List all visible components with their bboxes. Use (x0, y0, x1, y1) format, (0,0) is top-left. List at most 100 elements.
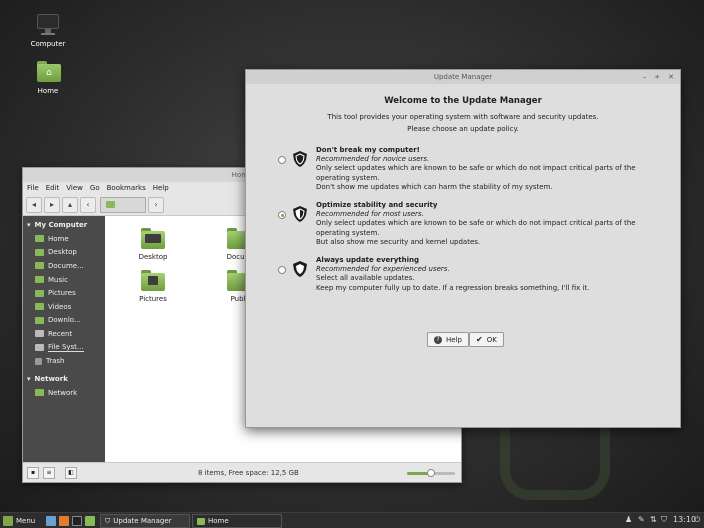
desktop-icon-computer[interactable]: Computer (18, 13, 78, 48)
file-item-pictures[interactable]: Pictures (123, 270, 183, 303)
clock[interactable]: 13:10 (673, 516, 696, 524)
monitor-icon (34, 13, 62, 37)
window-title: Update Manager (433, 73, 493, 81)
welcome-heading: Welcome to the Update Manager (384, 96, 542, 106)
files-icon[interactable] (85, 516, 95, 526)
sidebar-item-pictures[interactable]: Pictures (23, 286, 105, 300)
network-icon[interactable]: ⇅ (650, 516, 658, 524)
checkmark-icon: ✔ (476, 335, 483, 344)
status-text: 8 items, Free space: 12,5 GB (198, 468, 299, 477)
folder-icon (35, 316, 44, 324)
sidebar: ▾ My Computer Home Desktop Docume... Musi… (23, 216, 105, 464)
network-icon (35, 389, 44, 397)
option-subtitle: Recommended for novice users. (316, 155, 430, 164)
path-toggle-button[interactable]: ‹ (80, 196, 96, 213)
policy-option-dont-break[interactable]: Don't break my computer! Recommended for… (276, 146, 656, 191)
forward-button[interactable]: ▸ (44, 196, 60, 213)
folder-icon (35, 262, 44, 270)
file-item-desktop[interactable]: Desktop (123, 228, 183, 261)
trash-icon (35, 357, 42, 365)
menu-bookmarks[interactable]: Bookmarks (107, 182, 146, 194)
firefox-icon[interactable] (59, 516, 69, 526)
update-manager-window: Update Manager – + ✕ Welcome to the Upda… (245, 69, 681, 428)
pictures-folder-icon (140, 270, 166, 292)
breadcrumb-home[interactable] (100, 196, 146, 213)
sidebar-item-desktop[interactable]: Desktop (23, 246, 105, 260)
menu-go[interactable]: Go (90, 182, 100, 194)
option-subtitle: Recommended for most users. (316, 210, 424, 219)
radio-update-everything[interactable] (278, 266, 286, 274)
arrow-left-icon: ◂ (31, 199, 36, 209)
folder-icon (35, 276, 44, 284)
folder-icon (35, 289, 44, 297)
ok-button[interactable]: ✔ OK (469, 332, 504, 347)
show-places-button[interactable]: ▪ (27, 466, 39, 479)
maximize-icon[interactable]: + (654, 70, 660, 84)
policy-option-optimize[interactable]: Optimize stability and security Recommen… (276, 201, 656, 246)
home-folder-icon (106, 201, 115, 208)
hide-sidebar-button[interactable]: ◧ (65, 466, 77, 479)
home-folder-icon: ⌂ (34, 60, 62, 84)
arrow-up-icon: ▴ (67, 199, 72, 209)
user-icon[interactable]: ♟ (625, 516, 633, 524)
taskbar-window-home[interactable]: Home (192, 514, 282, 528)
folder-icon (35, 303, 44, 311)
shield-half-icon (293, 206, 307, 222)
back-button[interactable]: ◂ (26, 196, 42, 213)
radio-dont-break[interactable] (278, 156, 286, 164)
option-description: But also show me security and kernel upd… (316, 237, 481, 246)
tree-icon: ≡ (46, 468, 52, 476)
shield-tray-icon[interactable]: ⛉ (661, 516, 669, 524)
triangle-down-icon: ▾ (27, 221, 31, 229)
power-icon[interactable]: ⏻ (694, 516, 702, 524)
menu-help[interactable]: Help (153, 182, 169, 194)
show-treeview-button[interactable]: ≡ (43, 466, 55, 479)
option-subtitle: Recommended for experienced users. (316, 265, 450, 274)
shield-icon: ⛉ (105, 516, 111, 525)
taskbar-window-update-manager[interactable]: ⛉ Update Manager (100, 514, 190, 528)
quick-launchers (46, 514, 95, 528)
help-button[interactable]: ? Help (427, 332, 469, 347)
shield-icon (293, 151, 307, 167)
sidebar-item-downloads[interactable]: Downlo... (23, 314, 105, 328)
show-desktop-icon[interactable] (46, 516, 56, 526)
sidebar-item-network[interactable]: Network (23, 386, 105, 400)
minimize-icon[interactable]: – (643, 70, 647, 84)
window-title-bar: Update Manager – + ✕ (246, 70, 680, 84)
sidebar-item-file-system[interactable]: File Syst... (23, 341, 105, 355)
help-icon: ? (434, 335, 442, 344)
home-folder-icon (197, 517, 205, 525)
desktop-icon-home[interactable]: ⌂ Home (18, 60, 78, 95)
pen-icon[interactable]: ✎ (638, 516, 646, 524)
menu-edit[interactable]: Edit (46, 182, 60, 194)
close-icon[interactable]: ✕ (668, 70, 674, 84)
sidebar-item-music[interactable]: Music (23, 273, 105, 287)
sidebar-item-documents[interactable]: Docume... (23, 259, 105, 273)
menu-view[interactable]: View (66, 182, 83, 194)
sidebar-section-network[interactable]: ▾ Network (23, 370, 105, 386)
breadcrumb-next-button[interactable]: › (148, 196, 164, 213)
desktop-icon-label: Home (37, 87, 59, 95)
zoom-slider-handle[interactable] (427, 469, 435, 477)
menu-file[interactable]: File (27, 182, 39, 194)
terminal-icon[interactable] (72, 516, 82, 526)
taskbar: Menu ⛉ Update Manager Home ♟ ✎ ⇅ ⛉ 13:10… (0, 512, 704, 528)
shield-filled-icon (293, 261, 307, 277)
policy-option-update-everything[interactable]: Always update everything Recommended for… (276, 256, 656, 300)
sidebar-item-home[interactable]: Home (23, 232, 105, 246)
option-title: Always update everything (316, 256, 420, 264)
arrow-right-icon: ▸ (49, 199, 54, 209)
radio-optimize[interactable] (278, 211, 286, 219)
desktop-icon-label: Computer (30, 40, 66, 48)
recent-icon (35, 330, 44, 338)
sidebar-section-my-computer[interactable]: ▾ My Computer (23, 216, 105, 232)
sidebar-item-trash[interactable]: Trash (23, 354, 105, 368)
sidebar-item-videos[interactable]: Videos (23, 300, 105, 314)
zoom-slider[interactable] (407, 469, 455, 477)
sidebar-item-recent[interactable]: Recent (23, 327, 105, 341)
option-title: Don't break my computer! (316, 146, 420, 154)
up-button[interactable]: ▴ (62, 196, 78, 213)
menu-button[interactable]: Menu (3, 514, 35, 528)
option-description: Select all available updates. (316, 274, 415, 283)
drive-icon (35, 344, 44, 352)
